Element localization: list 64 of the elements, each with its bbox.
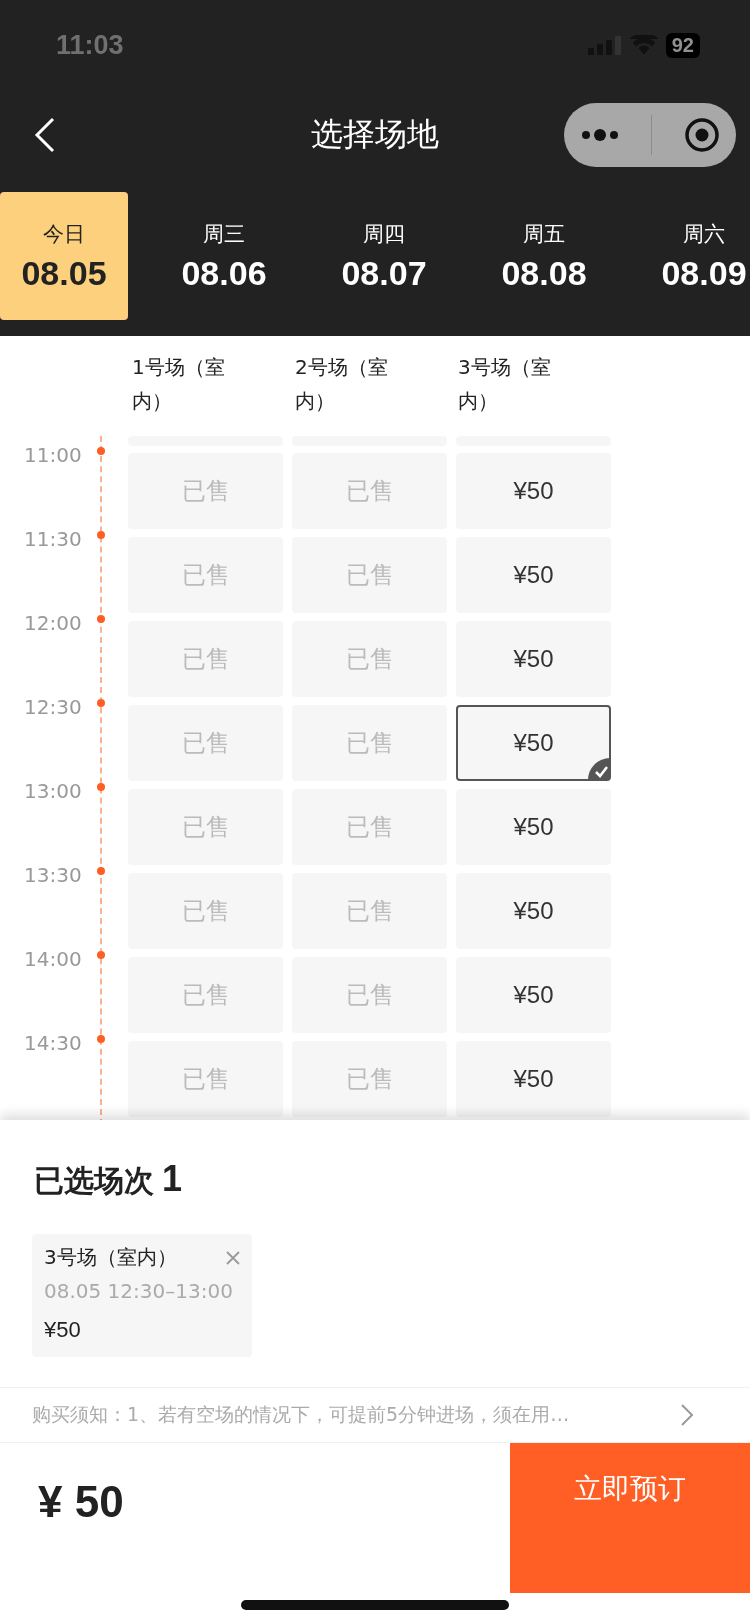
slot-cell[interactable]: ¥50 xyxy=(456,621,611,697)
slot-cell[interactable]: ¥50 xyxy=(456,453,611,529)
slot-cell[interactable]: 已售 xyxy=(128,537,283,613)
slot-cell[interactable]: ¥50 xyxy=(456,789,611,865)
selection-count: 1 xyxy=(162,1158,183,1200)
battery-level: 92 xyxy=(665,32,700,58)
timeline-dot xyxy=(97,783,105,791)
court-header: 3号场（室内） xyxy=(458,354,552,415)
time-label: 11:00 xyxy=(23,443,83,467)
slot-cell[interactable]: 已售 xyxy=(128,873,283,949)
slot-cell[interactable]: ¥50 xyxy=(456,957,611,1033)
slot-cell[interactable]: 已售 xyxy=(128,1041,283,1117)
time-label: 13:30 xyxy=(23,863,83,887)
time-label: 11:30 xyxy=(23,527,83,551)
slot-cell[interactable]: 已售 xyxy=(292,873,447,949)
chevron-right-icon[interactable] xyxy=(680,1403,694,1427)
time-label: 12:30 xyxy=(23,695,83,719)
back-icon[interactable] xyxy=(34,117,56,153)
slot-cell[interactable]: 已售 xyxy=(292,1041,447,1117)
slot-cell[interactable]: 已售 xyxy=(292,453,447,529)
timeline-dot xyxy=(97,867,105,875)
timeline-dot xyxy=(97,951,105,959)
time-label: 14:30 xyxy=(23,1031,83,1055)
date-tab[interactable]: 周三 08.06 xyxy=(160,192,288,320)
timeline-dot xyxy=(97,615,105,623)
status-time: 11:03 xyxy=(56,29,124,61)
time-label: 13:00 xyxy=(23,779,83,803)
time-label: 12:00 xyxy=(23,611,83,635)
time-label: 14:00 xyxy=(23,947,83,971)
slot-cell[interactable]: ¥50 xyxy=(456,873,611,949)
court-header: 1号场（室内） xyxy=(132,354,226,415)
page-title: 选择场地 xyxy=(311,114,439,155)
court-header: 2号场（室内） xyxy=(295,354,389,415)
date-tab[interactable]: 周五 08.08 xyxy=(480,192,608,320)
slot-cell[interactable]: ¥50 xyxy=(456,705,611,781)
slot-cell[interactable]: 已售 xyxy=(128,453,283,529)
timeline-dot xyxy=(97,531,105,539)
slot-time: 08.05 12:30–13:00 xyxy=(44,1279,234,1303)
signal-icon xyxy=(587,35,622,55)
slot-cell[interactable]: 已售 xyxy=(128,789,283,865)
slot-cell[interactable]: 已售 xyxy=(128,621,283,697)
slot-price: ¥50 xyxy=(44,1317,82,1343)
slot-cell[interactable]: ¥50 xyxy=(456,1041,611,1117)
court-name: 3号场（室内） xyxy=(44,1244,177,1271)
slot-cell[interactable]: 已售 xyxy=(292,705,447,781)
date-tab[interactable]: 周六 08.09 xyxy=(640,192,750,320)
book-button[interactable]: 立即预订 xyxy=(510,1443,750,1593)
selection-title: 已选场次 xyxy=(34,1162,154,1200)
date-tab[interactable]: 今日 08.05 xyxy=(0,192,128,320)
slot-cell[interactable]: 已售 xyxy=(128,705,283,781)
timeline-dot xyxy=(97,1035,105,1043)
slot-cell[interactable]: ¥50 xyxy=(456,537,611,613)
timeline-dot xyxy=(97,447,105,455)
slot-cell[interactable]: 已售 xyxy=(292,957,447,1033)
timeline-dot xyxy=(97,699,105,707)
slot-cell[interactable]: 已售 xyxy=(292,537,447,613)
slot-cell[interactable]: 已售 xyxy=(292,621,447,697)
date-tab[interactable]: 周四 08.07 xyxy=(320,192,448,320)
more-icon[interactable] xyxy=(579,128,620,142)
total-price: ¥ 50 xyxy=(37,1476,124,1527)
purchase-notice[interactable]: 购买须知：1、若有空场的情况下，可提前5分钟进场，须在用… xyxy=(32,1402,570,1428)
slot-cell[interactable]: 已售 xyxy=(292,789,447,865)
slot-cell[interactable]: 已售 xyxy=(128,957,283,1033)
check-icon xyxy=(588,758,610,780)
